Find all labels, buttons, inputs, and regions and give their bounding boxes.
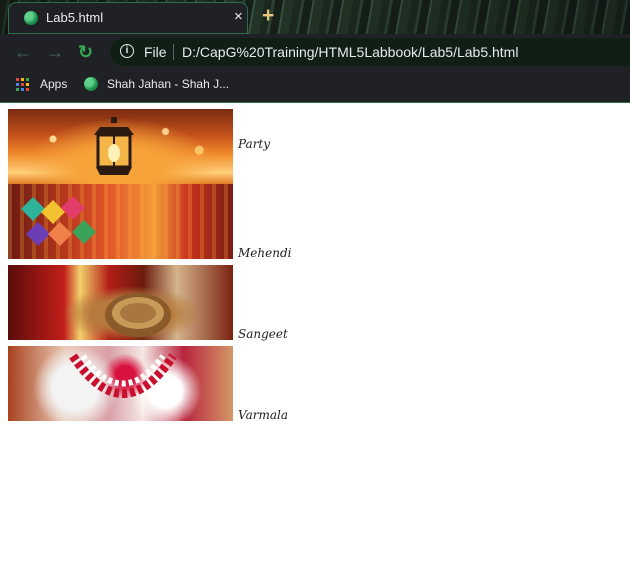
mehendi-decor-photo (8, 184, 233, 259)
url-text[interactable]: D:/CapG%20Training/HTML5Labbook/Lab5/Lab… (182, 44, 518, 60)
back-button[interactable]: ← (14, 42, 32, 62)
lantern-icon (94, 117, 134, 175)
tab-strip: Lab5.html × + (0, 0, 630, 34)
kites-decor-icon (21, 196, 96, 246)
party-lantern-photo (8, 109, 233, 184)
divider (173, 44, 174, 60)
globe-icon (84, 77, 98, 91)
globe-icon (24, 11, 38, 25)
garland-icon (69, 353, 177, 398)
page-content: Party Mehendi Sangeet Varmala (0, 103, 630, 568)
close-tab-icon[interactable]: × (234, 8, 243, 26)
toolbar: ← → ↻ i File D:/CapG%20Training/HTML5Lab… (0, 34, 630, 70)
tab-lab5[interactable]: Lab5.html × (8, 2, 248, 34)
caption-varmala: Varmala (238, 408, 288, 422)
scheme-label: File (144, 44, 167, 60)
bookmark-apps[interactable]: Apps (40, 77, 67, 91)
address-bar[interactable]: i File D:/CapG%20Training/HTML5Labbook/L… (110, 38, 630, 66)
bookmarks-bar: Apps Shah Jahan - Shah J... (0, 70, 630, 103)
caption-party: Party (238, 137, 271, 151)
info-icon[interactable]: i (120, 44, 134, 58)
apps-grid-icon[interactable] (16, 78, 29, 91)
caption-mehendi: Mehendi (238, 246, 292, 260)
varmala-garland-photo (8, 346, 233, 421)
new-tab-button[interactable]: + (262, 5, 274, 27)
bookmark-shah-jahan[interactable]: Shah Jahan - Shah J... (107, 77, 229, 91)
dholak-drum-icon (105, 293, 171, 337)
sangeet-dholak-photo (8, 265, 233, 340)
forward-button[interactable]: → (46, 42, 64, 62)
reload-button[interactable]: ↻ (78, 42, 93, 62)
caption-sangeet: Sangeet (238, 327, 288, 341)
tab-title: Lab5.html (46, 10, 104, 25)
